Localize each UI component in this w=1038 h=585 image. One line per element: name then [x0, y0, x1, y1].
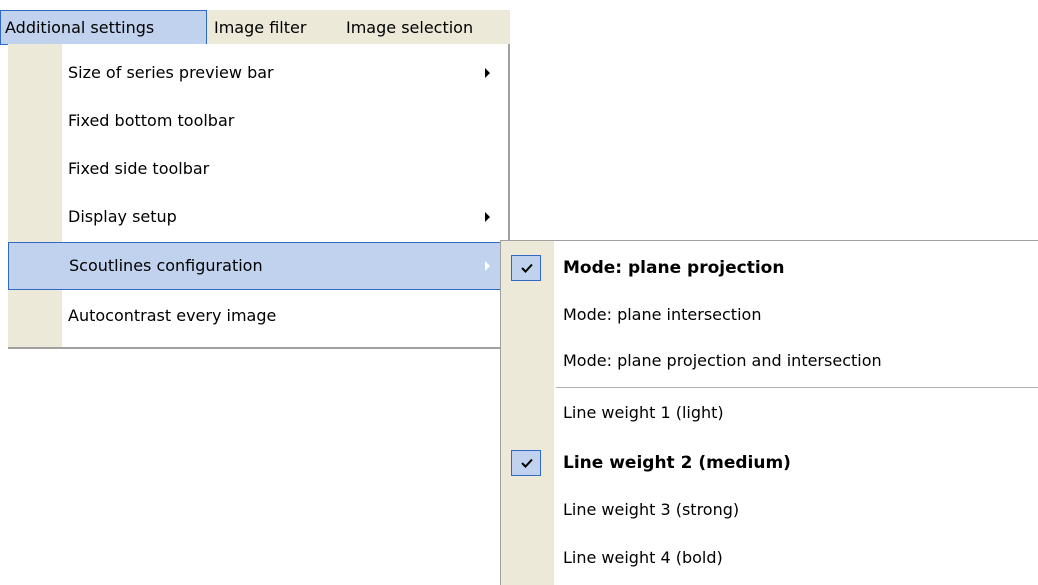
menu-item-autocontrast-every-image[interactable]: Autocontrast every image	[8, 292, 508, 340]
checkmark-icon	[511, 255, 541, 281]
submenu-item-label: Line weight 4 (bold)	[563, 548, 723, 567]
checkmark-icon	[511, 450, 541, 476]
menu-item-fixed-bottom-toolbar[interactable]: Fixed bottom toolbar	[8, 97, 508, 145]
submenu-item-label: Mode: plane intersection	[563, 305, 762, 324]
menu-item-fixed-side-toolbar[interactable]: Fixed side toolbar	[8, 145, 508, 193]
menu-item-label: Fixed bottom toolbar	[68, 111, 235, 130]
menu-item-label: Display setup	[68, 207, 177, 226]
menu-item-label: Scoutlines configuration	[69, 256, 263, 275]
submenu-item-line-weight-3[interactable]: Line weight 3 (strong)	[501, 486, 1038, 534]
submenu-item-line-weight-4[interactable]: Line weight 4 (bold)	[501, 534, 1038, 582]
chevron-right-icon	[485, 68, 490, 78]
application-window: Additional settings Image filter Image s…	[0, 0, 1038, 585]
submenu-item-mode-plane-intersection[interactable]: Mode: plane intersection	[501, 291, 1038, 339]
menu-item-label: Autocontrast every image	[68, 306, 277, 325]
chevron-right-icon	[485, 261, 490, 271]
menu-item-display-setup[interactable]: Display setup	[8, 193, 508, 241]
scoutlines-configuration-submenu: Mode: plane projection Mode: plane inter…	[500, 240, 1038, 585]
menu-additional-settings-label: Additional settings	[5, 18, 155, 37]
additional-settings-dropdown: Size of series preview bar Fixed bottom …	[8, 44, 510, 349]
submenu-item-label: Line weight 1 (light)	[563, 403, 724, 422]
menu-bar: Additional settings Image filter Image s…	[0, 10, 510, 45]
menu-item-label: Size of series preview bar	[68, 63, 274, 82]
menu-item-size-of-series-preview-bar[interactable]: Size of series preview bar	[8, 49, 508, 97]
submenu-item-line-weight-2[interactable]: Line weight 2 (medium)	[501, 439, 1038, 487]
chevron-right-icon	[485, 212, 490, 222]
menu-image-selection-label: Image selection	[346, 18, 474, 37]
submenu-item-label: Mode: plane projection	[563, 258, 785, 278]
submenu-item-mode-plane-projection-and-intersection[interactable]: Mode: plane projection and intersection	[501, 337, 1038, 385]
menu-additional-settings[interactable]: Additional settings	[0, 10, 207, 45]
menu-image-filter-label: Image filter	[214, 18, 307, 37]
menu-item-label: Fixed side toolbar	[68, 159, 210, 178]
menu-image-filter[interactable]: Image filter	[214, 10, 306, 45]
menu-separator	[556, 387, 1038, 388]
menu-item-scoutlines-configuration[interactable]: Scoutlines configuration	[8, 242, 508, 290]
submenu-item-label: Line weight 2 (medium)	[563, 453, 791, 473]
menu-image-selection[interactable]: Image selection	[346, 10, 473, 45]
submenu-item-label: Line weight 3 (strong)	[563, 500, 740, 519]
submenu-item-line-weight-1[interactable]: Line weight 1 (light)	[501, 389, 1038, 437]
submenu-item-label: Mode: plane projection and intersection	[563, 351, 882, 370]
submenu-item-mode-plane-projection[interactable]: Mode: plane projection	[501, 244, 1038, 292]
